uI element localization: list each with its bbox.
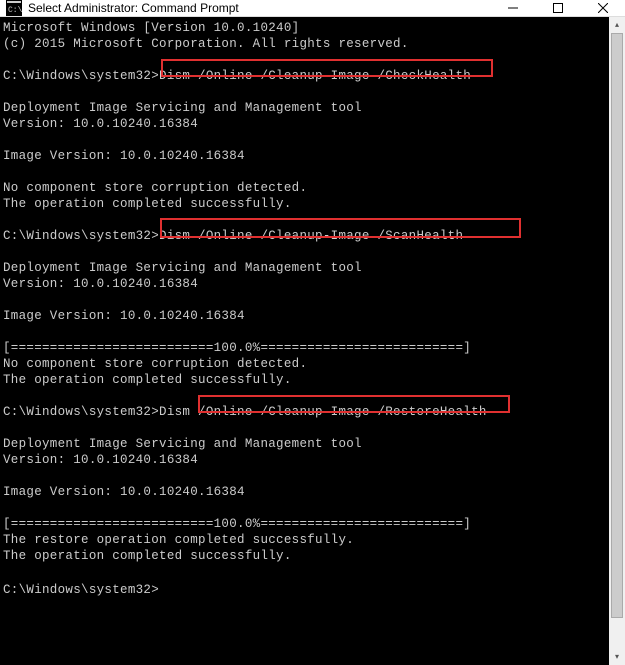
output-line: No component store corruption detected. [3,357,307,371]
window-title: Select Administrator: Command Prompt [28,1,490,15]
output-line: Image Version: 10.0.10240.16384 [3,149,245,163]
titlebar[interactable]: C:\ Select Administrator: Command Prompt [0,0,625,17]
scroll-track[interactable] [609,33,625,649]
close-button[interactable] [580,0,625,16]
output-line: The operation completed successfully. [3,373,292,387]
output-line: Version: 10.0.10240.16384 [3,277,198,291]
output-line: The operation completed successfully. [3,197,292,211]
output-line: No component store corruption detected. [3,181,307,195]
command-prompt-window: C:\ Select Administrator: Command Prompt… [0,0,625,609]
terminal-output[interactable]: Microsoft Windows [Version 10.0.10240] (… [0,17,609,665]
output-line: The operation completed successfully. [3,549,292,563]
output-line: [==========================100.0%=======… [3,341,471,355]
output-line: Image Version: 10.0.10240.16384 [3,485,245,499]
svg-text:C:\: C:\ [8,6,22,15]
output-line: [==========================100.0%=======… [3,517,471,531]
output-line: Version: 10.0.10240.16384 [3,453,198,467]
scroll-thumb[interactable] [611,33,623,618]
prompt-line: C:\Windows\system32>Dism /Online /Cleanu… [3,229,463,243]
output-line: Deployment Image Servicing and Managemen… [3,101,362,115]
vertical-scrollbar[interactable]: ▴ ▾ [609,17,625,665]
output-line: The restore operation completed successf… [3,533,354,547]
output-line: Image Version: 10.0.10240.16384 [3,309,245,323]
output-line: Version: 10.0.10240.16384 [3,117,198,131]
prompt-line: C:\Windows\system32>Dism /Online /Cleanu… [3,405,487,419]
window-controls [490,0,625,16]
terminal-area: Microsoft Windows [Version 10.0.10240] (… [0,17,625,665]
prompt-line: C:\Windows\system32>Dism /Online /Cleanu… [3,69,471,83]
output-line: Deployment Image Servicing and Managemen… [3,437,362,451]
output-line: (c) 2015 Microsoft Corporation. All righ… [3,37,409,51]
output-line: Deployment Image Servicing and Managemen… [3,261,362,275]
minimize-button[interactable] [490,0,535,16]
scroll-up-arrow-icon[interactable]: ▴ [609,17,625,33]
scroll-down-arrow-icon[interactable]: ▾ [609,649,625,665]
output-line: Microsoft Windows [Version 10.0.10240] [3,21,299,35]
maximize-button[interactable] [535,0,580,16]
cmd-icon: C:\ [6,0,22,16]
cursor [159,580,166,593]
prompt-line: C:\Windows\system32> [3,583,159,597]
